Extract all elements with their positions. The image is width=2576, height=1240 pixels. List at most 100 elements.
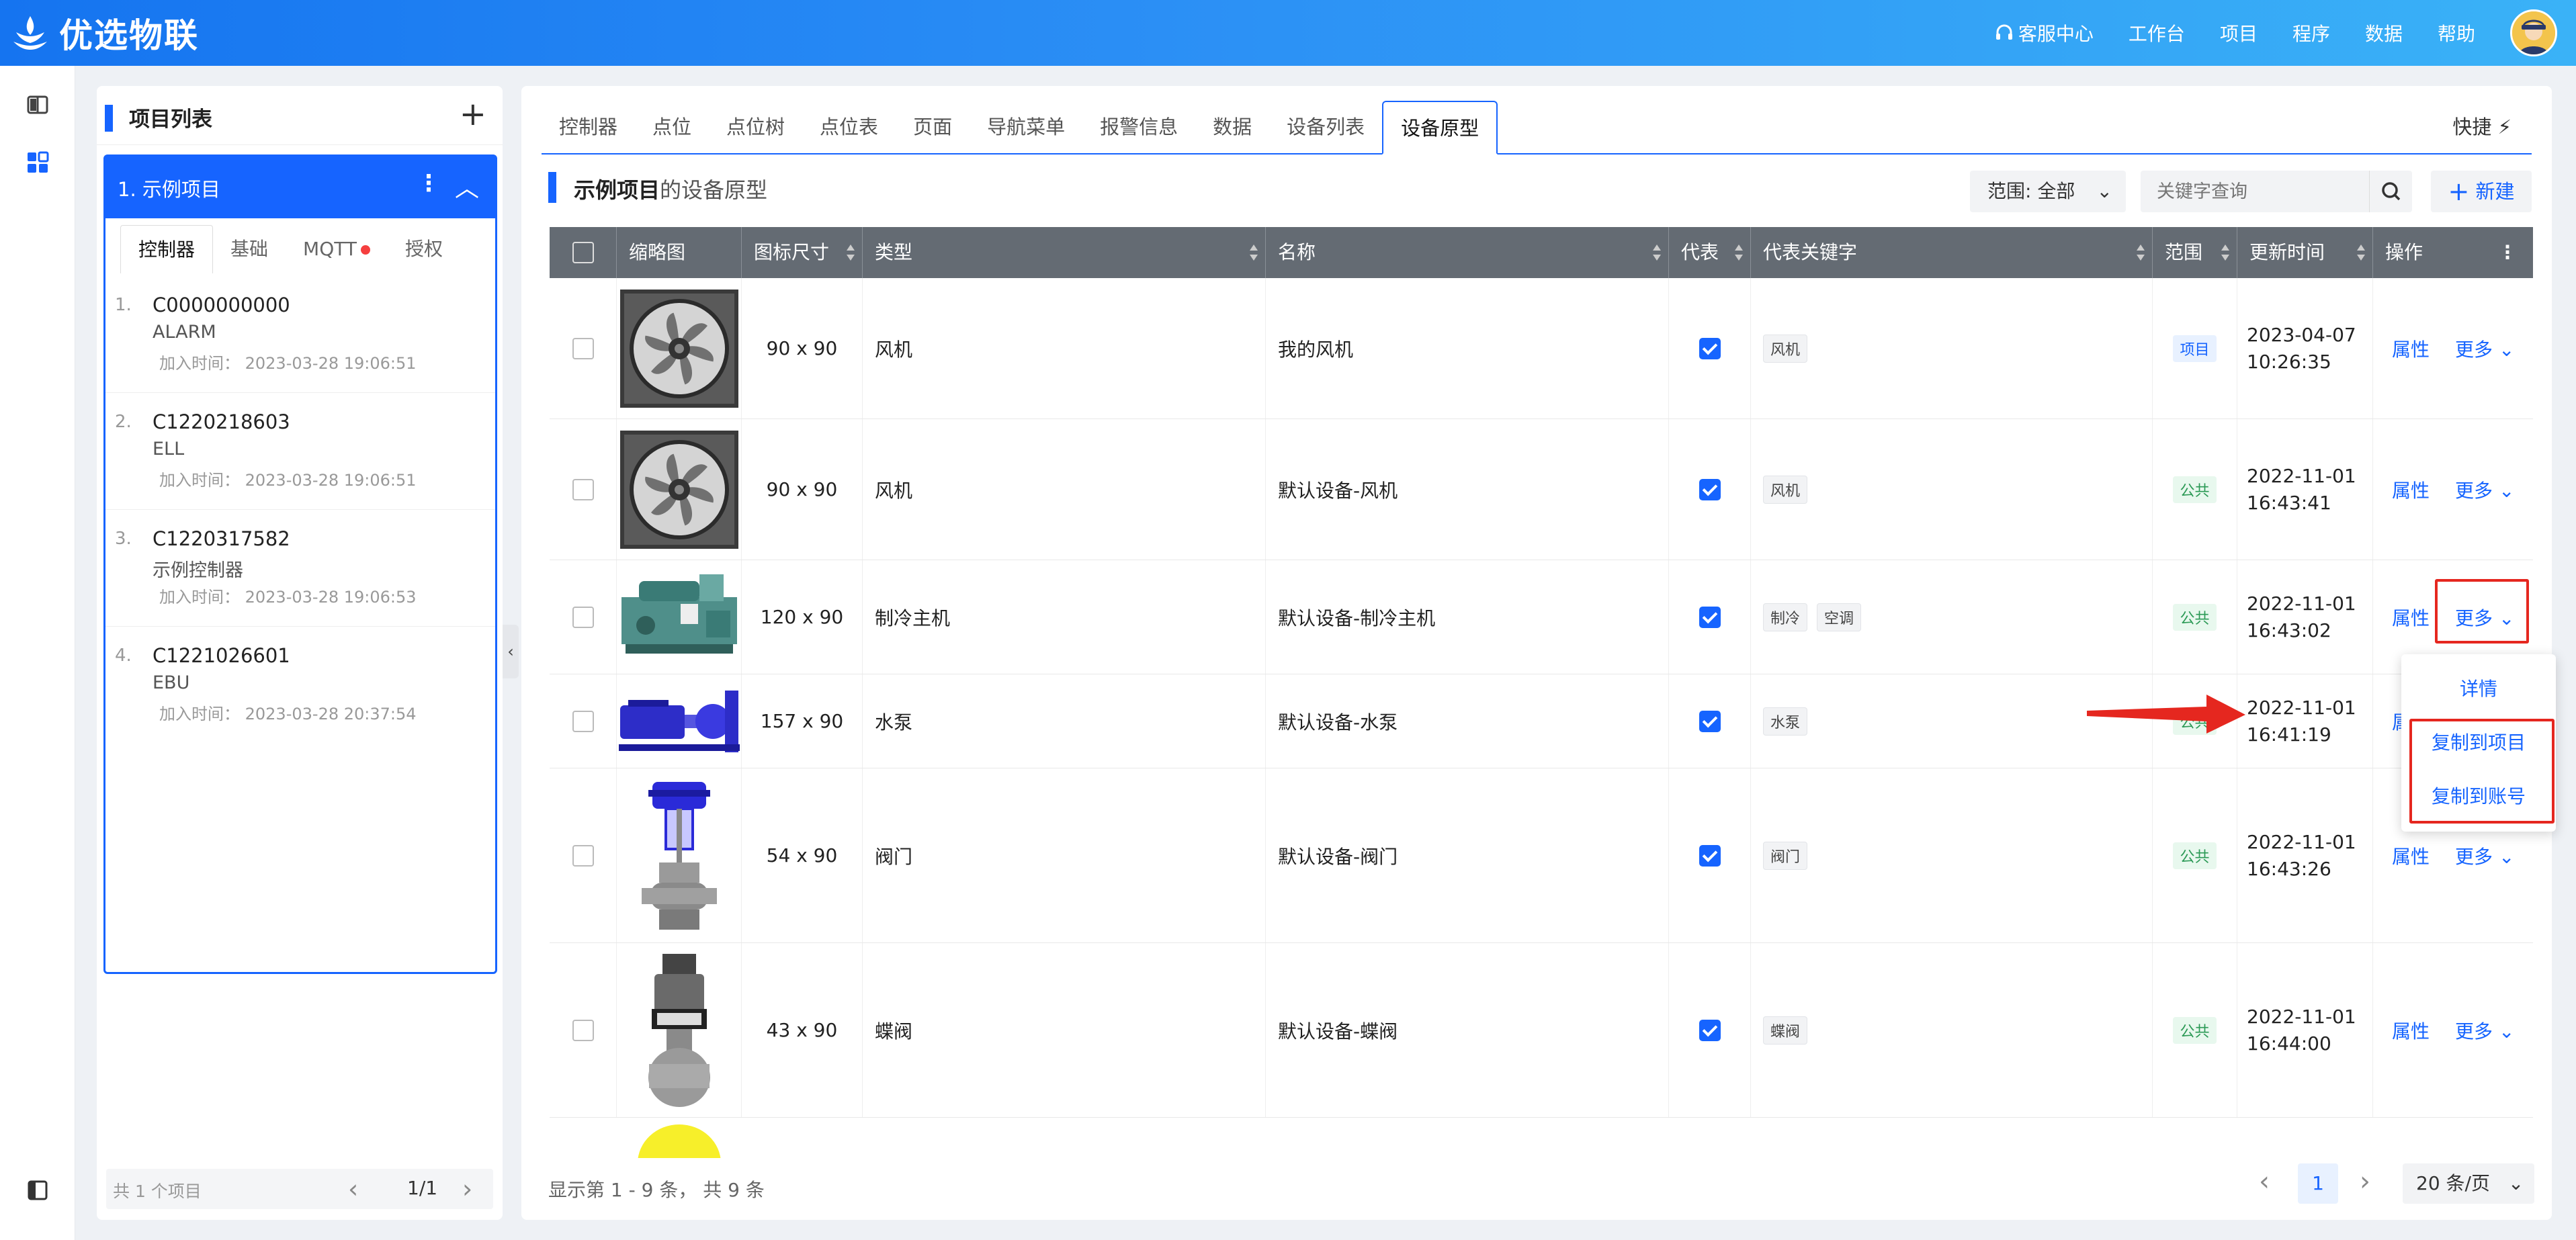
sort-icon xyxy=(2137,245,2145,261)
menu-item-copy-to-account[interactable]: 复制到账号 xyxy=(2401,777,2556,817)
range-select[interactable]: 范围: 全部 ⌄ xyxy=(1970,171,2126,212)
row-checkbox[interactable] xyxy=(572,606,594,628)
book-icon[interactable] xyxy=(26,93,50,117)
nav-data[interactable]: 数据 xyxy=(2365,19,2403,46)
project-card-header[interactable]: 1. 示例项目 ⋮ ︿ xyxy=(105,157,495,218)
new-button[interactable]: + 新建 xyxy=(2431,171,2532,212)
left-icon-strip xyxy=(0,66,75,1240)
table-row[interactable] xyxy=(550,1118,2533,1158)
chevron-right-icon[interactable]: › xyxy=(2360,1166,2370,1197)
tab-controller[interactable]: 控制器 xyxy=(542,101,635,153)
chevron-right-icon[interactable]: › xyxy=(462,1174,472,1204)
select-all-cell xyxy=(550,227,617,278)
row-checkbox[interactable] xyxy=(572,1019,594,1041)
updated-time: 2022-11-01 16:43:26 xyxy=(2247,829,2356,883)
list-item[interactable]: 2. C1220218603 ELL 加入时间： 2023-03-28 19:0… xyxy=(105,393,495,510)
col-name[interactable]: 名称 xyxy=(1266,227,1669,278)
attribute-link[interactable]: 属性 xyxy=(2392,604,2430,631)
representative-checkbox[interactable] xyxy=(1699,844,1721,867)
menu-item-details[interactable]: 详情 xyxy=(2401,669,2556,709)
avatar-image xyxy=(2512,11,2555,54)
representative-checkbox[interactable] xyxy=(1699,710,1721,732)
representative-checkbox[interactable] xyxy=(1699,1019,1721,1041)
subtab-auth[interactable]: 授权 xyxy=(388,225,460,273)
add-project-button[interactable]: + xyxy=(460,98,486,130)
collapse-panel-handle[interactable]: ‹ xyxy=(503,625,519,678)
menu-item-copy-to-project[interactable]: 复制到项目 xyxy=(2401,723,2556,763)
col-type[interactable]: 类型 xyxy=(863,227,1266,278)
page-size-select[interactable]: 20 条/页 ⌄ xyxy=(2403,1163,2534,1204)
tab-point-table[interactable]: 点位表 xyxy=(802,101,896,153)
select-all-checkbox[interactable] xyxy=(572,242,594,263)
more-link-label: 更多 xyxy=(2455,338,2493,361)
more-vertical-icon[interactable]: ⋮ xyxy=(417,170,440,197)
nav-project[interactable]: 项目 xyxy=(2220,19,2258,46)
nav-service[interactable]: 客服中心 xyxy=(1994,19,2094,46)
search-input[interactable] xyxy=(2141,171,2369,212)
representative-checkbox[interactable] xyxy=(1699,606,1721,628)
nav-workbench[interactable]: 工作台 xyxy=(2129,19,2185,46)
table-row[interactable]: 90 x 90 风机 我的风机 风机 项目 2023-04-07 10:26:35 属性 更多 … xyxy=(550,278,2533,419)
chevron-left-icon[interactable]: ‹ xyxy=(348,1174,358,1204)
subtab-mqtt[interactable]: MQTT xyxy=(286,225,388,273)
range-select-value: 范围: 全部 xyxy=(1987,180,2075,202)
more-link[interactable]: 更多 ⌄ xyxy=(2455,1017,2514,1044)
tab-device-prototype[interactable]: 设备原型 xyxy=(1382,101,1498,154)
tab-device-list[interactable]: 设备列表 xyxy=(1269,101,1382,153)
tab-point-tree[interactable]: 点位树 xyxy=(709,101,802,153)
more-link[interactable]: 更多 ⌄ xyxy=(2455,476,2514,503)
chevron-left-icon[interactable]: ‹ xyxy=(2259,1166,2270,1197)
tab-nav-menu[interactable]: 导航菜单 xyxy=(970,101,1082,153)
row-checkbox[interactable] xyxy=(572,844,594,867)
table-row[interactable]: 43 x 90 蝶阀 默认设备-蝶阀 蝶阀 公共 2022-11-01 16:44:00 属性… xyxy=(550,943,2533,1118)
search-button[interactable] xyxy=(2369,171,2412,212)
sort-icon xyxy=(2357,245,2365,261)
col-keywords[interactable]: 代表关键字 xyxy=(1751,227,2153,278)
subtab-controller[interactable]: 控制器 xyxy=(120,225,214,273)
controller-join-time: 加入时间： 2023-03-28 19:06:51 xyxy=(159,354,417,373)
nav-help[interactable]: 帮助 xyxy=(2438,19,2475,46)
updated-cell: 2022-11-01 16:43:02 xyxy=(2237,560,2373,674)
col-scope[interactable]: 范围 xyxy=(2153,227,2237,278)
row-checkbox[interactable] xyxy=(572,337,594,359)
device-thumbnail xyxy=(619,557,740,678)
logo[interactable]: 优选物联 xyxy=(9,9,199,57)
quick-button[interactable]: 快捷 ⚡ xyxy=(2452,112,2511,140)
avatar[interactable] xyxy=(2510,9,2557,56)
more-link[interactable]: 更多 ⌄ xyxy=(2455,604,2514,631)
representative-checkbox[interactable] xyxy=(1699,478,1721,500)
attribute-link[interactable]: 属性 xyxy=(2392,476,2430,503)
attribute-link[interactable]: 属性 xyxy=(2392,1017,2430,1044)
table-row[interactable]: 120 x 90 制冷主机 默认设备-制冷主机 制冷 空调 公共 2022-11-01 16:… xyxy=(550,560,2533,674)
list-item[interactable]: 1. C0000000000 ALARM 加入时间： 2023-03-28 19… xyxy=(105,276,495,393)
row-checkbox[interactable] xyxy=(572,478,594,500)
representative-checkbox[interactable] xyxy=(1699,337,1721,359)
col-updated[interactable]: 更新时间 xyxy=(2237,227,2373,278)
nav-program[interactable]: 程序 xyxy=(2292,19,2330,46)
attribute-link[interactable]: 属性 xyxy=(2392,335,2430,362)
dashboard-icon[interactable] xyxy=(26,150,50,175)
list-item[interactable]: 4. C1221026601 EBU 加入时间： 2023-03-28 20:3… xyxy=(105,627,495,744)
table-row[interactable]: 90 x 90 风机 默认设备-风机 风机 公共 2022-11-01 16:43:41 属性… xyxy=(550,419,2533,560)
table-row[interactable]: 54 x 90 阀门 默认设备-阀门 阀门 公共 2022-11-01 16:43:26 属性… xyxy=(550,768,2533,943)
row-checkbox[interactable] xyxy=(572,710,594,732)
tab-pages[interactable]: 页面 xyxy=(896,101,970,153)
sidebar-toggle-icon[interactable] xyxy=(26,1178,50,1202)
more-link[interactable]: 更多 ⌄ xyxy=(2455,335,2514,362)
page-button-1[interactable]: 1 xyxy=(2298,1163,2338,1204)
subtab-basic[interactable]: 基础 xyxy=(213,225,286,273)
tab-alarm-info[interactable]: 报警信息 xyxy=(1082,101,1195,153)
list-item[interactable]: 3. C1220317582 示例控制器 加入时间： 2023-03-28 19… xyxy=(105,510,495,627)
keyword-tag: 空调 xyxy=(1817,603,1862,631)
representative-cell xyxy=(1669,419,1751,560)
tab-data[interactable]: 数据 xyxy=(1195,101,1269,153)
col-icon-size[interactable]: 图标尺寸 xyxy=(742,227,863,278)
more-link[interactable]: 更多 ⌄ xyxy=(2455,842,2514,869)
more-vertical-icon[interactable]: ⋮ xyxy=(2498,227,2517,278)
attribute-link[interactable]: 属性 xyxy=(2392,842,2430,869)
icon-size: 120 x 90 xyxy=(760,606,844,628)
updated-clock: 10:26:35 xyxy=(2247,350,2331,373)
chevron-up-icon[interactable]: ︿ xyxy=(455,169,479,204)
tab-points[interactable]: 点位 xyxy=(635,101,709,153)
col-representative[interactable]: 代表 xyxy=(1669,227,1751,278)
